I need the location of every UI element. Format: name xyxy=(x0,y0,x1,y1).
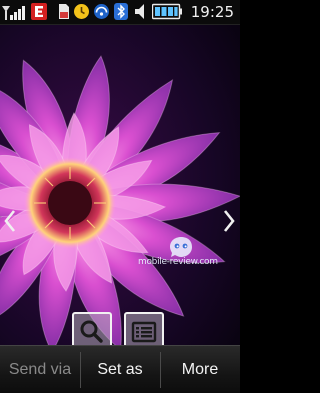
gallery-viewer-screen: 19:25 mobile-review.com Send via Set as … xyxy=(0,0,240,393)
clock-time: 19:25 xyxy=(190,3,234,21)
status-bar: 19:25 xyxy=(0,0,240,25)
softkey-bar: Send via Set as More xyxy=(0,345,240,393)
bluetooth-icon xyxy=(114,3,128,20)
battery-icon xyxy=(152,3,182,20)
photo-view[interactable]: mobile-review.com xyxy=(0,25,240,345)
watermark-text: mobile-review.com xyxy=(138,257,218,267)
edge-network-icon xyxy=(31,3,47,20)
network-icon xyxy=(94,4,109,19)
set-as-button[interactable]: Set as xyxy=(80,346,160,393)
watermark-logo xyxy=(170,237,192,257)
memory-card-icon xyxy=(59,4,69,19)
chevron-right-icon[interactable] xyxy=(222,209,236,233)
alarm-icon xyxy=(74,4,89,19)
chevron-left-icon[interactable] xyxy=(3,209,17,233)
list-icon xyxy=(131,321,157,343)
magnifier-icon xyxy=(80,320,103,343)
zoom-button[interactable] xyxy=(72,312,112,345)
menu-button[interactable] xyxy=(124,312,164,345)
more-button[interactable]: More xyxy=(160,346,240,393)
send-via-button[interactable]: Send via xyxy=(0,346,80,393)
signal-strength-icon xyxy=(2,6,25,20)
flower-photo xyxy=(0,25,240,345)
volume-icon xyxy=(135,4,144,19)
